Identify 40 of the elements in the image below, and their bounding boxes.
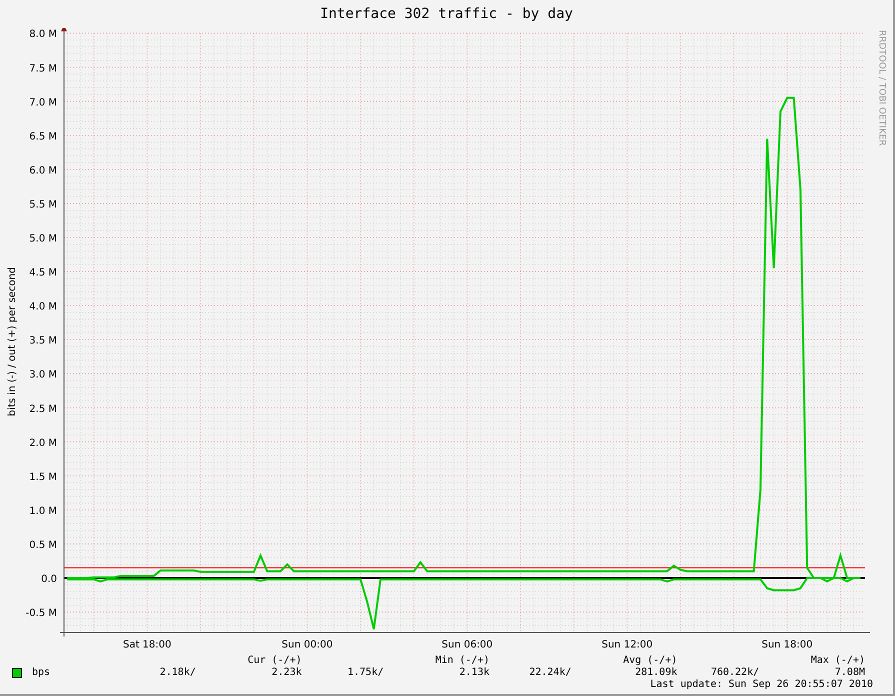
y-tick-label: 5.0 M <box>29 234 57 244</box>
legend-value: 2.23k <box>272 667 303 678</box>
legend-value: 7.08M <box>834 667 866 678</box>
graph-title: Interface 302 traffic - by day <box>319 5 574 24</box>
y-tick-label: 0.0 <box>41 574 57 585</box>
legend-value: 1.75k/ <box>348 667 385 678</box>
y-tick-label: 1.0 M <box>29 506 57 517</box>
legend-header: Avg (-/+) <box>623 655 678 666</box>
y-tick-label: 4.5 M <box>29 268 57 279</box>
legend-value: 22.24k/ <box>529 667 572 678</box>
y-tick-label: 7.0 M <box>29 97 57 108</box>
y-axis-label: bits in (-) / out (+) per second <box>6 266 18 416</box>
y-tick-label: 3.0 M <box>29 370 57 381</box>
y-tick-label: 6.0 M <box>29 165 57 176</box>
x-tick-label: Sun 00:00 <box>282 639 333 650</box>
legend-value: 760.22k/ <box>710 667 760 678</box>
y-tick-label: 2.0 M <box>29 438 57 449</box>
y-tick-label: -0.5 M <box>26 608 57 620</box>
legend-header: Cur (-/+) <box>248 655 303 666</box>
credit-label: RRDTOOL / TOBI OETIKER <box>876 30 886 146</box>
legend-header: Min (-/+) <box>435 655 490 666</box>
y-tick-label: 7.5 M <box>29 63 57 74</box>
legend-label: bps <box>32 667 50 678</box>
last-update-text: Last update: Sun Sep 26 20:55:07 2010 <box>650 679 873 690</box>
x-tick-label: Sun 06:00 <box>442 639 493 650</box>
y-tick-label: 0.5 M <box>29 540 57 551</box>
legend-header: Max (-/+) <box>810 655 866 666</box>
y-tick-label: 8.0 M <box>29 29 57 40</box>
x-tick-label: Sun 12:00 <box>602 639 653 650</box>
x-tick-label: Sat 18:00 <box>123 639 172 650</box>
legend-value: 2.13k <box>459 667 490 678</box>
y-tick-label: 2.5 M <box>29 404 57 415</box>
y-tick-label: 5.5 M <box>29 199 57 210</box>
legend-value: 2.18k/ <box>160 667 197 678</box>
y-tick-label: 3.5 M <box>29 336 57 347</box>
y-tick-label: 6.5 M <box>29 131 57 142</box>
legend-value: 281.09k <box>635 667 678 678</box>
x-tick-label: Sun 18:00 <box>762 639 813 650</box>
y-tick-label: 1.5 M <box>29 472 57 483</box>
y-tick-label: 4.0 M <box>29 302 57 313</box>
